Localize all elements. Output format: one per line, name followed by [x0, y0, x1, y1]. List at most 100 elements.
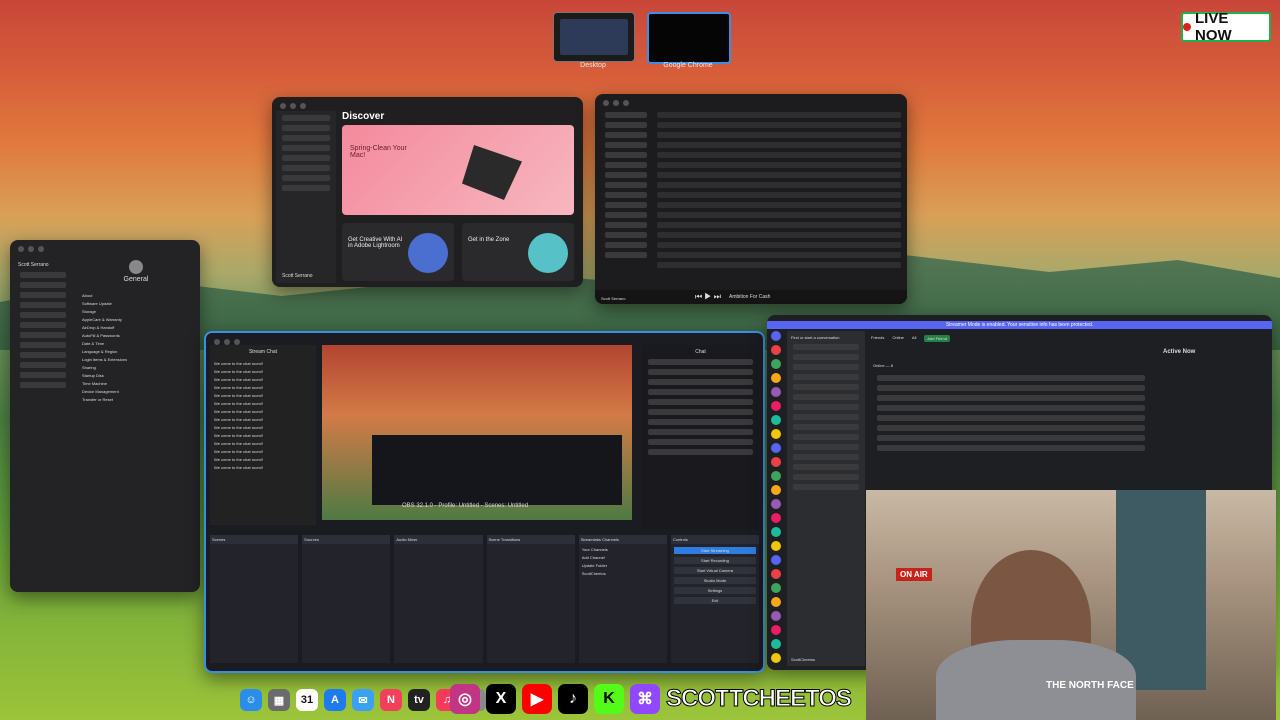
settings-item[interactable]: Storage — [82, 309, 190, 314]
track-row[interactable] — [657, 162, 901, 168]
chat-line: We come to the chat room!! — [214, 417, 264, 422]
desktop-space-thumbnail[interactable] — [553, 12, 635, 62]
live-dot-icon — [1183, 23, 1191, 31]
track-row[interactable] — [657, 172, 901, 178]
settings-item[interactable]: AirDrop & Handoff — [82, 325, 190, 330]
control-button[interactable]: Start Recording — [673, 557, 757, 564]
chat-line: We come to the chat room!! — [214, 441, 264, 446]
track-row[interactable] — [657, 192, 901, 198]
dm-search[interactable]: Find or start a conversation — [791, 335, 861, 340]
track-row[interactable] — [657, 252, 901, 258]
lightroom-card[interactable]: Get Creative With AI in Adobe Lightroom — [342, 223, 454, 281]
control-button[interactable]: Studio Mode — [673, 577, 757, 584]
server-icon[interactable] — [771, 485, 781, 495]
server-icon[interactable] — [771, 429, 781, 439]
channels-add-channel[interactable]: Add Channel — [582, 555, 664, 560]
chat-panel-title: Chat — [695, 349, 706, 355]
track-row[interactable] — [657, 202, 901, 208]
server-icon[interactable] — [771, 625, 781, 635]
obs-window[interactable]: Stream Chat We come to the chat room!! We… — [204, 331, 765, 673]
server-icon[interactable] — [771, 555, 781, 565]
settings-item[interactable]: Time Machine — [82, 381, 190, 386]
track-row[interactable] — [657, 262, 901, 268]
settings-item[interactable]: AutoFill & Passwords — [82, 333, 190, 338]
obs-preview[interactable]: OBS 32.1.0 - Profile: Untitled - Scenes:… — [322, 345, 632, 520]
music-window[interactable]: ⏮ ▶ ⏭ Ambition For Cash Scott Serrano — [595, 94, 907, 304]
launchpad-icon[interactable]: ▦ — [268, 689, 290, 711]
server-icon[interactable] — [771, 541, 781, 551]
zone-card[interactable]: Get in the Zone — [462, 223, 574, 281]
server-icon[interactable] — [771, 499, 781, 509]
settings-item[interactable]: Device Management — [82, 389, 190, 394]
settings-sidebar: Scott Serrano — [14, 258, 72, 588]
chrome-space-thumbnail[interactable] — [647, 12, 731, 64]
tab-all[interactable]: All — [912, 335, 916, 342]
server-icon[interactable] — [771, 401, 781, 411]
control-button[interactable]: Exit — [673, 597, 757, 604]
server-icon[interactable] — [771, 345, 781, 355]
control-button[interactable]: Start Streaming — [673, 547, 757, 554]
tab-online[interactable]: Online — [892, 335, 904, 342]
mail-icon[interactable]: ✉ — [352, 689, 374, 711]
system-settings-window[interactable]: Scott Serrano General About Software Upda… — [10, 240, 200, 592]
settings-item[interactable]: Startup Disk — [82, 373, 190, 378]
server-icon[interactable] — [771, 443, 781, 453]
server-icon[interactable] — [771, 471, 781, 481]
app-store-icon[interactable]: A — [324, 689, 346, 711]
control-button[interactable]: Settings — [673, 587, 757, 594]
server-icon[interactable] — [771, 513, 781, 523]
spring-clean-hero-card[interactable]: Spring-Clean Your Mac! — [342, 125, 574, 215]
channels-update-folder[interactable]: Update Folder — [582, 563, 664, 568]
calendar-icon[interactable]: 31 — [296, 689, 318, 711]
track-row[interactable] — [657, 132, 901, 138]
settings-item[interactable]: Login Items & Extensions — [82, 357, 190, 362]
music-user-name: Scott Serrano — [601, 296, 626, 301]
news-icon[interactable]: N — [380, 689, 402, 711]
tab-add-friend[interactable]: Add Friend — [924, 335, 950, 342]
app-store-window[interactable]: Scott Serrano Discover Spring-Clean Your… — [272, 97, 583, 287]
settings-item[interactable]: Sharing — [82, 365, 190, 370]
settings-item[interactable]: Transfer or Reset — [82, 397, 190, 402]
server-icon[interactable] — [771, 387, 781, 397]
control-button[interactable]: Start Virtual Camera — [673, 567, 757, 574]
settings-item[interactable]: Software Update — [82, 301, 190, 306]
settings-item[interactable]: About — [82, 293, 190, 298]
server-icon[interactable] — [771, 639, 781, 649]
music-sidebar — [599, 108, 653, 288]
server-icon[interactable] — [771, 373, 781, 383]
track-row[interactable] — [657, 152, 901, 158]
settings-item[interactable]: Language & Region — [82, 349, 190, 354]
settings-item[interactable]: Date & Time — [82, 341, 190, 346]
server-icon[interactable] — [771, 331, 781, 341]
track-row[interactable] — [657, 222, 901, 228]
track-row[interactable] — [657, 232, 901, 238]
server-icon[interactable] — [771, 653, 781, 663]
track-row[interactable] — [657, 122, 901, 128]
server-icon[interactable] — [771, 569, 781, 579]
window-controls[interactable] — [18, 246, 44, 252]
server-icon[interactable] — [771, 611, 781, 621]
track-row[interactable] — [657, 182, 901, 188]
tv-icon[interactable]: tv — [408, 689, 430, 711]
play-button[interactable]: ⏮ ▶ ⏭ — [695, 292, 721, 302]
server-list[interactable] — [769, 331, 783, 666]
server-icon[interactable] — [771, 457, 781, 467]
server-icon[interactable] — [771, 583, 781, 593]
server-icon[interactable] — [771, 597, 781, 607]
live-now-label: LIVE NOW — [1194, 10, 1232, 44]
track-row[interactable] — [657, 242, 901, 248]
server-icon[interactable] — [771, 527, 781, 537]
window-controls[interactable] — [280, 103, 306, 109]
tiktok-icon: ♪ — [558, 684, 588, 714]
window-controls[interactable] — [603, 100, 629, 106]
nested-preview — [372, 435, 622, 505]
tab-friends[interactable]: Friends — [871, 335, 884, 342]
finder-icon[interactable]: ☺ — [240, 689, 262, 711]
settings-item[interactable]: AppleCare & Warranty — [82, 317, 190, 322]
server-icon[interactable] — [771, 415, 781, 425]
server-icon[interactable] — [771, 359, 781, 369]
hero-text: Spring-Clean Your Mac! — [350, 145, 407, 159]
track-row[interactable] — [657, 112, 901, 118]
track-row[interactable] — [657, 212, 901, 218]
track-row[interactable] — [657, 142, 901, 148]
